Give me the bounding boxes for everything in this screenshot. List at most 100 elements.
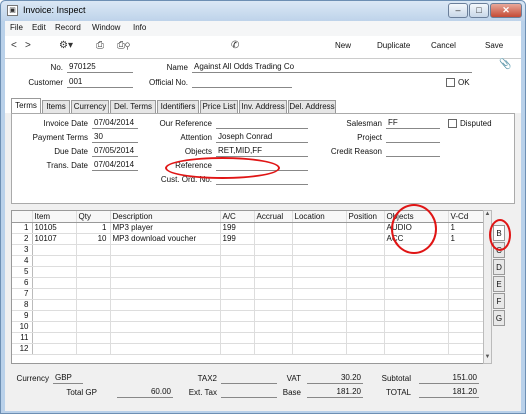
menu-edit[interactable]: Edit	[32, 23, 46, 32]
menu-record[interactable]: Record	[55, 23, 81, 32]
duplicate-button[interactable]: Duplicate	[377, 41, 410, 50]
cell-accrual[interactable]	[254, 310, 293, 322]
currency-field[interactable]: GBP	[53, 373, 83, 384]
cell-item[interactable]	[32, 255, 77, 267]
cell-description[interactable]: MP3 download voucher	[110, 233, 221, 245]
cell-position[interactable]	[346, 321, 385, 333]
cell-accrual[interactable]	[254, 321, 293, 333]
tab-currency[interactable]: Currency	[71, 100, 109, 113]
cell-item[interactable]	[32, 332, 77, 344]
name-field[interactable]: Against All Odds Trading Co	[192, 62, 472, 73]
operations-gear-icon[interactable]: ⚙▾	[59, 40, 73, 51]
cell-description[interactable]	[110, 277, 221, 289]
cell-location[interactable]	[292, 277, 347, 289]
cell-accrual[interactable]	[254, 222, 293, 234]
cell-position[interactable]	[346, 222, 385, 234]
cancel-button[interactable]: Cancel	[431, 41, 456, 50]
cell-description[interactable]	[110, 255, 221, 267]
cell-position[interactable]	[346, 332, 385, 344]
tab-items[interactable]: Items	[42, 100, 70, 113]
maximize-button[interactable]: □	[469, 3, 489, 18]
cell-position[interactable]	[346, 233, 385, 245]
cell-objects[interactable]	[384, 332, 449, 344]
cell-location[interactable]	[292, 332, 347, 344]
minimize-button[interactable]: –	[448, 3, 468, 18]
our-reference-field[interactable]	[216, 118, 308, 129]
tab-del-terms[interactable]: Del. Terms	[110, 100, 156, 113]
phone-icon[interactable]: ✆	[231, 40, 239, 51]
flip-tab-c[interactable]: C	[493, 242, 505, 258]
cell-objects[interactable]	[384, 310, 449, 322]
invoice-date-field[interactable]: 07/04/2014	[92, 118, 138, 129]
cell-ac[interactable]: 199	[220, 233, 255, 245]
cell-ac[interactable]	[220, 332, 255, 344]
cell-location[interactable]	[292, 244, 347, 256]
cell-accrual[interactable]	[254, 299, 293, 311]
cell-qty[interactable]	[76, 343, 111, 355]
cell-position[interactable]	[346, 277, 385, 289]
cell-position[interactable]	[346, 299, 385, 311]
cell-position[interactable]	[346, 244, 385, 256]
no-field[interactable]: 970125	[67, 62, 133, 73]
cell-description[interactable]	[110, 321, 221, 333]
ok-checkbox[interactable]	[446, 78, 455, 87]
official-no-field[interactable]	[192, 77, 292, 88]
cell-location[interactable]	[292, 222, 347, 234]
grid-scrollbar[interactable]: ▲ ▼	[483, 210, 492, 364]
menu-info[interactable]: Info	[133, 23, 146, 32]
credit-reason-field[interactable]	[386, 146, 440, 157]
cell-item[interactable]	[32, 321, 77, 333]
table-row[interactable]: 6	[12, 277, 491, 289]
cell-objects[interactable]: ACC	[384, 233, 449, 245]
trans-date-field[interactable]: 07/04/2014	[92, 160, 138, 171]
attachment-clip-icon[interactable]: 📎	[499, 59, 511, 70]
flip-tab-d[interactable]: D	[493, 259, 505, 275]
flip-tab-g[interactable]: G	[493, 310, 505, 326]
cell-qty[interactable]	[76, 310, 111, 322]
cell-ac[interactable]	[220, 288, 255, 300]
table-row[interactable]: 1 10105 1 MP3 player 199 AUDIO 1	[12, 222, 491, 234]
cell-qty[interactable]	[76, 277, 111, 289]
table-row[interactable]: 11	[12, 332, 491, 344]
cell-ac[interactable]	[220, 266, 255, 278]
cell-location[interactable]	[292, 266, 347, 278]
cell-accrual[interactable]	[254, 332, 293, 344]
cell-qty[interactable]	[76, 321, 111, 333]
table-row[interactable]: 3	[12, 244, 491, 256]
table-row[interactable]: 5	[12, 266, 491, 278]
cell-item[interactable]: 10105	[32, 222, 77, 234]
attention-field[interactable]: Joseph Conrad	[216, 132, 308, 143]
cell-ac[interactable]	[220, 321, 255, 333]
disputed-checkbox[interactable]	[448, 119, 457, 128]
cell-ac[interactable]: 199	[220, 222, 255, 234]
cell-location[interactable]	[292, 321, 347, 333]
cell-objects[interactable]	[384, 288, 449, 300]
cell-accrual[interactable]	[254, 233, 293, 245]
cell-qty[interactable]	[76, 255, 111, 267]
table-row[interactable]: 10	[12, 321, 491, 333]
cell-position[interactable]	[346, 255, 385, 267]
cell-objects[interactable]	[384, 343, 449, 355]
cell-accrual[interactable]	[254, 343, 293, 355]
cell-ac[interactable]	[220, 343, 255, 355]
table-row[interactable]: 8	[12, 299, 491, 311]
cell-qty[interactable]	[76, 266, 111, 278]
cell-item[interactable]: 10107	[32, 233, 77, 245]
next-record-icon[interactable]: >	[25, 40, 31, 51]
cell-location[interactable]	[292, 343, 347, 355]
cell-item[interactable]	[32, 310, 77, 322]
print-icon[interactable]: ⎙	[96, 40, 104, 51]
cell-ac[interactable]	[220, 277, 255, 289]
save-button[interactable]: Save	[485, 41, 503, 50]
cell-location[interactable]	[292, 299, 347, 311]
scroll-down-arrow-icon[interactable]: ▼	[484, 354, 491, 363]
cell-location[interactable]	[292, 288, 347, 300]
cell-qty[interactable]: 10	[76, 233, 111, 245]
print-preview-icon[interactable]: ⎙⚲	[117, 40, 130, 51]
new-button[interactable]: New	[335, 41, 351, 50]
cell-objects[interactable]	[384, 299, 449, 311]
project-field[interactable]	[386, 132, 440, 143]
cell-location[interactable]	[292, 233, 347, 245]
cell-item[interactable]	[32, 343, 77, 355]
cell-position[interactable]	[346, 343, 385, 355]
